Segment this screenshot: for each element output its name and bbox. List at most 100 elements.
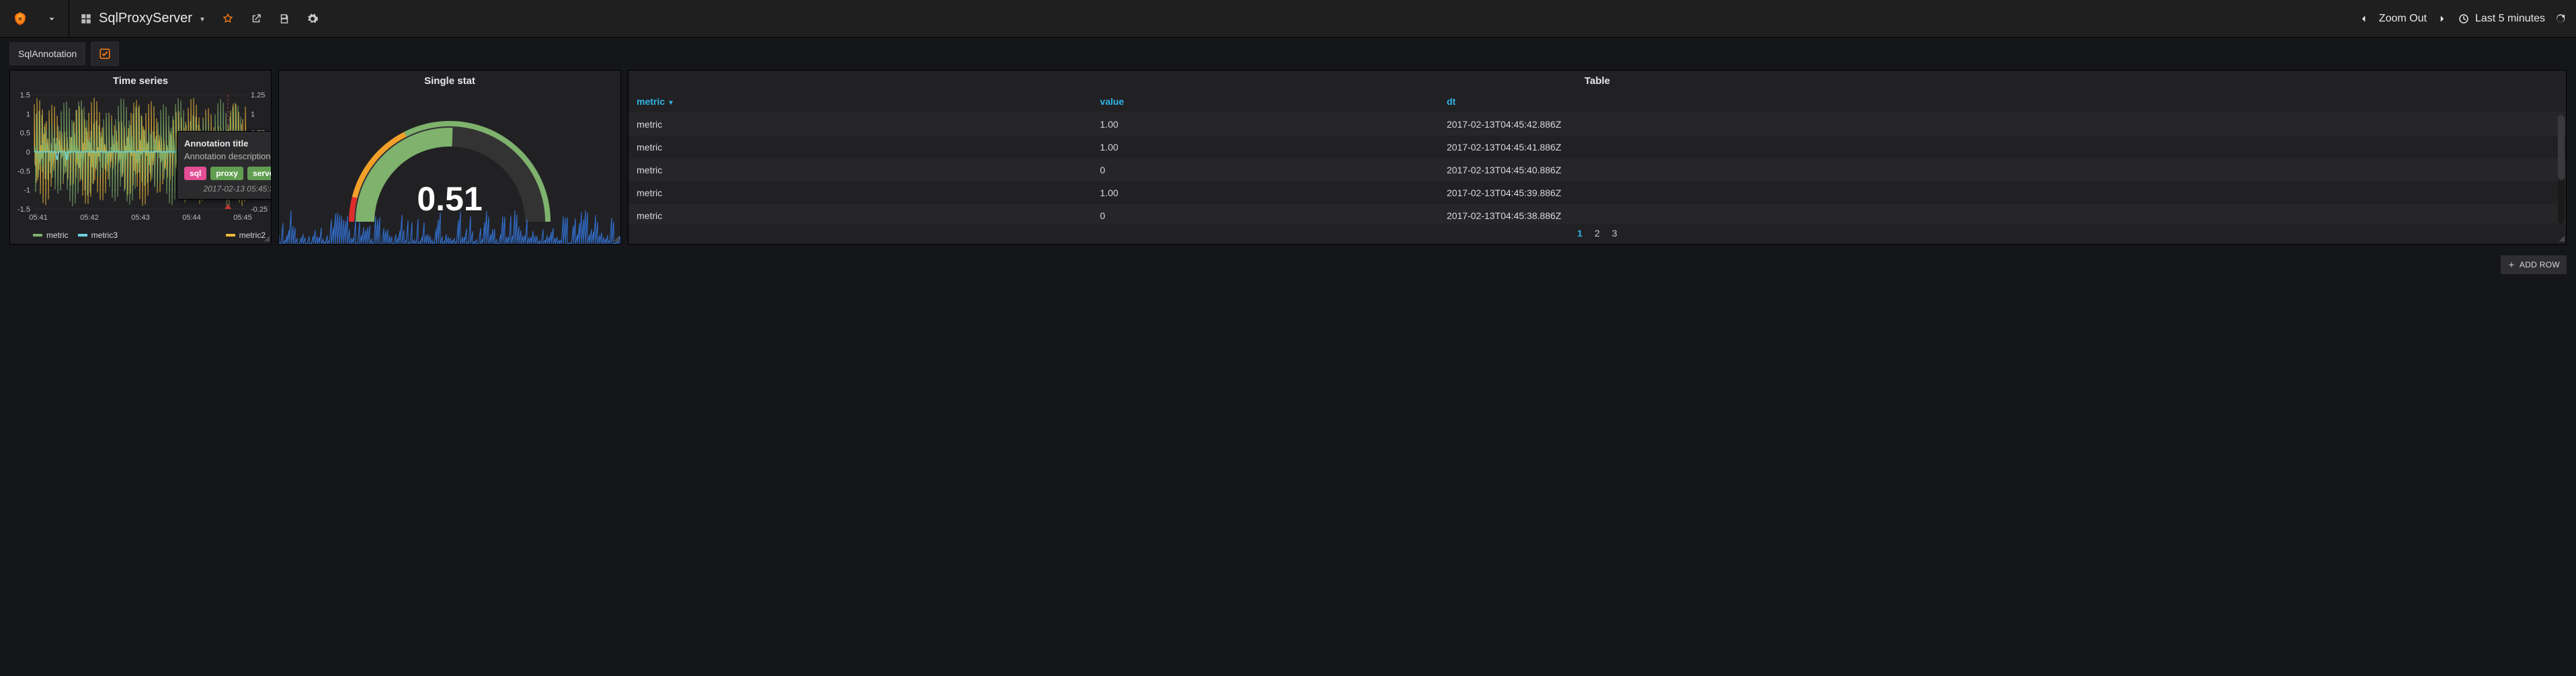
table-cell-dt: 2017-02-13T04:45:42.886Z — [1439, 113, 2566, 136]
chevron-down-icon[interactable] — [38, 0, 66, 38]
legend-label: metric — [46, 230, 69, 240]
svg-text:0.5: 0.5 — [20, 130, 30, 138]
star-button[interactable] — [214, 0, 242, 38]
settings-button[interactable] — [298, 0, 327, 38]
panel-title-bar[interactable]: Table — [629, 71, 2566, 91]
plus-icon — [2507, 261, 2515, 269]
star-icon — [222, 13, 234, 25]
table-header-value[interactable]: value — [1092, 91, 1439, 113]
table-cell-dt: 2017-02-13T04:45:40.886Z — [1439, 159, 2566, 181]
table-cell-metric: metric — [629, 136, 1092, 159]
scrollbar-thumb[interactable] — [2558, 115, 2565, 180]
time-prev-button[interactable] — [2355, 0, 2372, 38]
panel-title-bar[interactable]: Time series — [10, 71, 271, 91]
svg-text:05:45: 05:45 — [233, 214, 252, 222]
table-header-dt[interactable]: dt — [1439, 91, 2566, 113]
table-pager: 1 2 3 — [629, 225, 2566, 241]
svg-text:05:43: 05:43 — [131, 214, 150, 222]
table-header-row: metric▼valuedt — [629, 91, 2566, 113]
annotation-tooltip: Annotation title Annotation description … — [177, 131, 271, 200]
table-row[interactable]: metric02017-02-13T04:45:38.886Z — [629, 204, 2566, 224]
annotation-title: Annotation title — [184, 138, 271, 149]
timeseries-legend: metric metric3 metric2 — [10, 228, 271, 244]
table-cell-value: 0 — [1092, 204, 1439, 224]
annotation-tag: proxy — [210, 167, 243, 180]
table-row[interactable]: metric1.002017-02-13T04:45:41.886Z — [629, 136, 2566, 159]
annotation-toggle[interactable] — [91, 42, 119, 66]
time-picker: Zoom Out Last 5 minutes — [2355, 0, 2569, 38]
legend-label: metric2 — [239, 230, 266, 240]
panel-title-bar[interactable]: Single stat — [279, 71, 620, 91]
annotation-time: 2017-02-13 05:45:34 — [184, 184, 271, 194]
caret-down-icon: ▼ — [199, 16, 206, 24]
dashboard-picker[interactable]: SqlProxyServer ▼ — [72, 0, 214, 38]
annotation-description: Annotation description — [184, 151, 271, 161]
save-button[interactable] — [270, 0, 298, 38]
svg-text:-1: -1 — [24, 187, 30, 195]
chevron-right-icon — [2436, 13, 2448, 25]
refresh-button[interactable] — [2552, 0, 2569, 38]
add-row-button[interactable]: ADD ROW — [2501, 255, 2567, 274]
legend-item[interactable]: metric2 — [226, 230, 266, 240]
table-cell-dt: 2017-02-13T04:45:39.886Z — [1439, 181, 2566, 204]
table-row[interactable]: metric02017-02-13T04:45:40.886Z — [629, 159, 2566, 181]
panel-title: Table — [1584, 75, 1610, 87]
grafana-logo-icon[interactable] — [7, 5, 34, 32]
svg-text:05:42: 05:42 — [80, 214, 99, 222]
legend-item[interactable]: metric3 — [78, 230, 118, 240]
svg-text:1.25: 1.25 — [251, 91, 265, 99]
table-cell-metric: metric — [629, 204, 1092, 224]
panel-title: Time series — [113, 75, 168, 87]
annotation-tag: sql — [184, 167, 206, 180]
addrow-bar: ADD ROW — [0, 251, 2576, 284]
svg-text:1: 1 — [251, 110, 255, 118]
legend-swatch — [226, 234, 235, 237]
table-cell-value: 1.00 — [1092, 136, 1439, 159]
annotation-label-button[interactable]: SqlAnnotation — [9, 42, 85, 65]
pager-page[interactable]: 2 — [1595, 228, 1600, 239]
save-icon — [278, 13, 290, 25]
svg-text:05:41: 05:41 — [29, 214, 48, 222]
table-cell-value: 1.00 — [1092, 113, 1439, 136]
add-row-label: ADD ROW — [2520, 260, 2560, 269]
table-cell-dt: 2017-02-13T04:45:41.886Z — [1439, 136, 2566, 159]
share-button[interactable] — [242, 0, 270, 38]
legend-item[interactable]: metric — [33, 230, 69, 240]
timeseries-chart[interactable]: 1.510.50-0.5-1-1.51.2510.750.50.250-0.25… — [10, 91, 271, 228]
panel-singlestat: Single stat 0.51 ◢ — [278, 70, 621, 245]
chevron-left-icon — [2358, 13, 2370, 25]
dashboard-title: SqlProxyServer — [99, 11, 192, 26]
clock-icon — [2458, 13, 2470, 25]
sort-indicator-icon: ▼ — [668, 99, 674, 107]
pager-page[interactable]: 3 — [1612, 228, 1617, 239]
dashboard-icon — [80, 13, 92, 25]
table-body-rows: metric1.002017-02-13T04:45:42.886Zmetric… — [629, 113, 2566, 224]
svg-text:-0.5: -0.5 — [17, 167, 30, 175]
zoom-out-button[interactable]: Zoom Out — [2379, 13, 2427, 25]
scrollbar[interactable] — [2558, 115, 2565, 224]
time-next-button[interactable] — [2433, 0, 2451, 38]
singlestat-body: 0.51 — [279, 91, 620, 244]
legend-label: metric3 — [91, 230, 118, 240]
gear-icon — [307, 13, 319, 25]
svg-text:1.5: 1.5 — [20, 91, 30, 99]
svg-text:-1.5: -1.5 — [17, 206, 30, 214]
panel-timeseries: Time series 1.510.50-0.5-1-1.51.2510.750… — [9, 70, 272, 245]
panel-row: Time series 1.510.50-0.5-1-1.51.2510.750… — [0, 70, 2576, 251]
table-cell-metric: metric — [629, 113, 1092, 136]
table-cell-value: 0 — [1092, 159, 1439, 181]
svg-text:-0.25: -0.25 — [251, 206, 268, 214]
checkbox-checked-icon — [99, 48, 111, 60]
time-range-button[interactable]: Last 5 minutes — [2458, 13, 2545, 25]
table-row[interactable]: metric1.002017-02-13T04:45:39.886Z — [629, 181, 2566, 204]
panel-title: Single stat — [424, 75, 475, 87]
pager-page[interactable]: 1 — [1577, 228, 1582, 239]
toolbar-icons — [214, 0, 327, 38]
top-nav: SqlProxyServer ▼ Zoom Out — [0, 0, 2576, 38]
table-row[interactable]: metric1.002017-02-13T04:45:42.886Z — [629, 113, 2566, 136]
sparkline — [279, 204, 620, 244]
table-cell-value: 1.00 — [1092, 181, 1439, 204]
annotation-tags: sqlproxyserver — [184, 167, 271, 180]
table-header-metric[interactable]: metric▼ — [629, 91, 1092, 113]
zoom-out-label: Zoom Out — [2379, 13, 2427, 25]
